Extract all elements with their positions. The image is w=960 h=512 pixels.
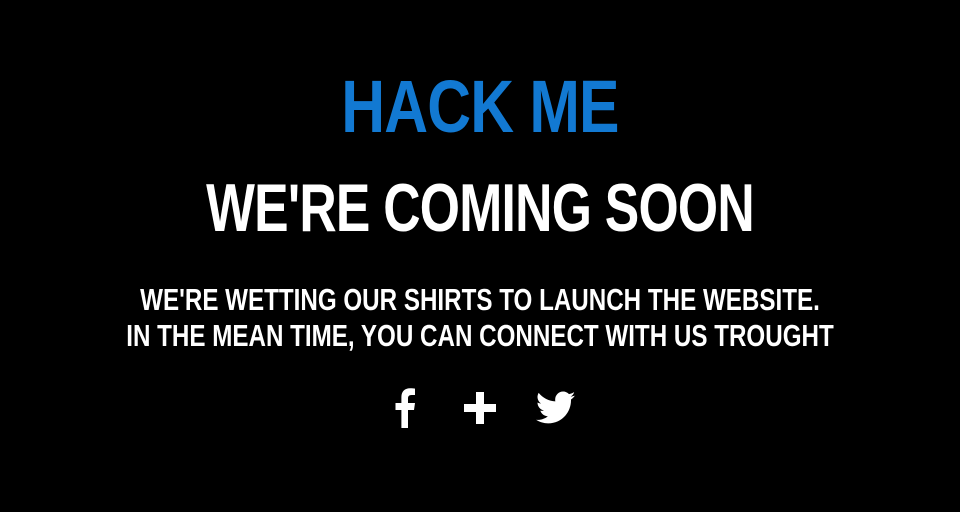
google-plus-icon bbox=[464, 392, 496, 424]
launch-message: WE'RE WETTING OUR SHIRTS TO LAUNCH THE W… bbox=[106, 282, 855, 354]
facebook-link[interactable] bbox=[383, 386, 425, 430]
coming-soon-page: HACK ME WE'RE COMING SOON WE'RE WETTING … bbox=[0, 0, 960, 512]
page-headline: WE'RE COMING SOON bbox=[206, 170, 755, 246]
twitter-icon bbox=[536, 391, 576, 424]
message-line-1: WE'RE WETTING OUR SHIRTS TO LAUNCH THE W… bbox=[140, 282, 820, 317]
message-line-2: IN THE MEAN TIME, YOU CAN CONNECT WITH U… bbox=[126, 318, 834, 353]
facebook-icon bbox=[395, 388, 415, 428]
social-links bbox=[0, 386, 960, 430]
google-plus-link[interactable] bbox=[459, 386, 501, 430]
twitter-link[interactable] bbox=[535, 386, 577, 430]
brand-title: HACK ME bbox=[341, 65, 619, 148]
